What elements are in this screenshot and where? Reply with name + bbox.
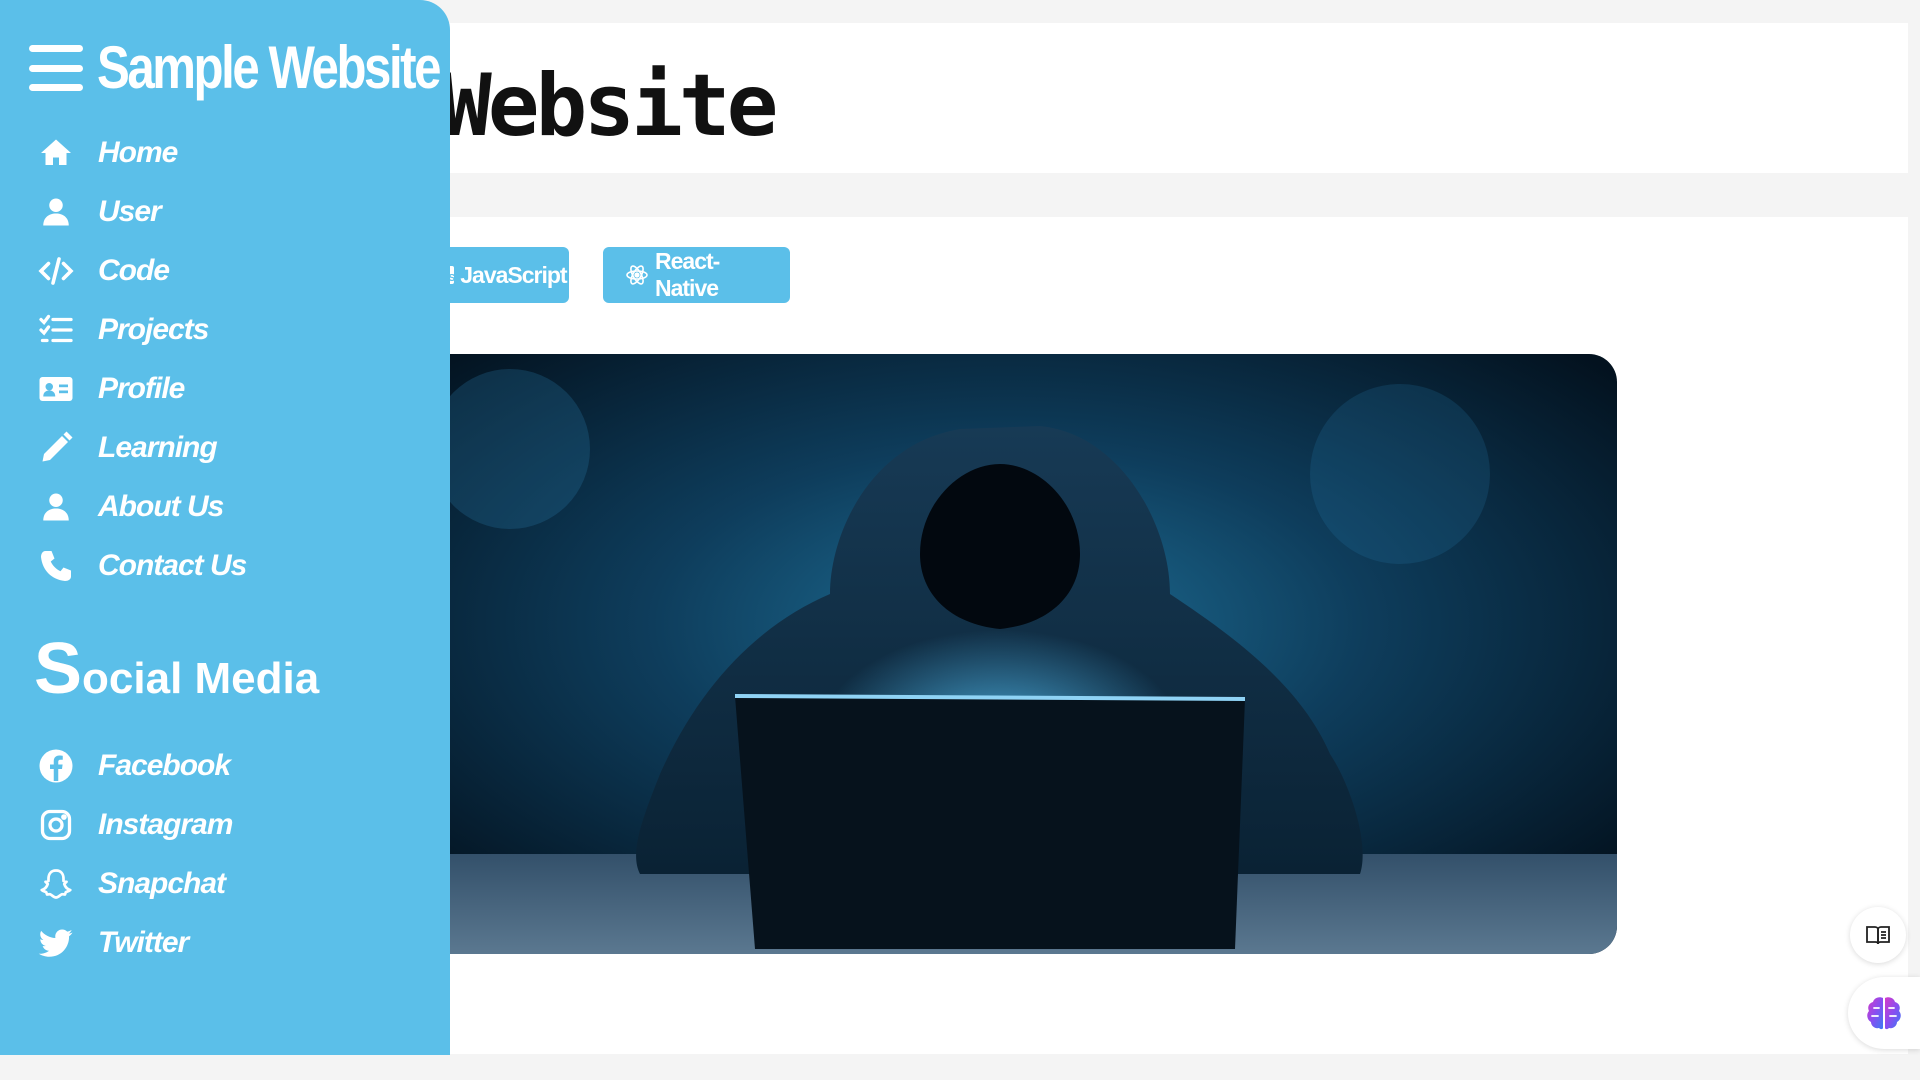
nav-item-home[interactable]: Home (36, 128, 178, 178)
user-icon (36, 192, 76, 232)
ai-assistant-button[interactable] (1848, 977, 1920, 1049)
nav-label: About Us (98, 490, 224, 523)
instagram-icon (36, 805, 76, 845)
nav-label: Code (98, 254, 170, 287)
nav-label: Snapchat (98, 867, 226, 900)
home-icon (36, 133, 76, 173)
react-icon (625, 263, 649, 287)
nav-label: Twitter (98, 926, 189, 959)
reader-mode-button[interactable] (1850, 907, 1906, 963)
phone-icon (36, 546, 76, 586)
social-twitter[interactable]: Twitter (36, 918, 189, 968)
snapchat-icon (36, 864, 76, 904)
nav-label: Profile (98, 372, 185, 405)
nav-label: Home (98, 136, 178, 169)
nav-item-projects[interactable]: Projects (36, 305, 209, 355)
nav-item-contact-us[interactable]: Contact Us (36, 541, 247, 591)
nav-label: User (98, 195, 162, 228)
tag-javascript[interactable]: JS JavaScript (430, 247, 569, 303)
social-heading-text: ocial Media (82, 654, 320, 703)
social-snapchat[interactable]: Snapchat (36, 859, 226, 909)
id-card-icon (36, 369, 76, 409)
tag-react-native[interactable]: React-Native (603, 247, 790, 303)
facebook-icon (36, 746, 76, 786)
tag-label: React-Native (655, 248, 720, 301)
nav-item-code[interactable]: Code (36, 246, 170, 296)
book-icon (1865, 924, 1891, 946)
hacker-image (400, 354, 1617, 954)
nav-label: Instagram (98, 808, 233, 841)
brain-icon (1865, 995, 1903, 1031)
code-icon (36, 251, 76, 291)
nav-item-profile[interactable]: Profile (36, 364, 185, 414)
brand: Sample Website (29, 38, 514, 98)
social-heading-initial: S (34, 629, 83, 709)
sidebar: Sample Website Home User Code Projects P… (0, 0, 450, 1055)
header-card: Website (440, 23, 1908, 173)
nav-item-about-us[interactable]: About Us (36, 482, 224, 532)
nav-label: Projects (98, 313, 209, 346)
nav-label: Facebook (98, 749, 231, 782)
twitter-icon (36, 923, 76, 963)
tag-label: JavaScript (460, 261, 567, 288)
pencil-icon (36, 428, 76, 468)
list-check-icon (36, 310, 76, 350)
site-title: Sample Website (97, 34, 441, 101)
social-instagram[interactable]: Instagram (36, 800, 233, 850)
nav-item-user[interactable]: User (36, 187, 162, 237)
nav-label: Learning (98, 431, 218, 464)
social-facebook[interactable]: Facebook (36, 741, 231, 791)
content-card: JS JavaScript React-Native (400, 217, 1908, 1054)
nav-item-learning[interactable]: Learning (36, 423, 218, 473)
nav-label: Contact Us (98, 549, 247, 582)
social-media-heading: Social Media (34, 628, 319, 710)
user-icon (36, 487, 76, 527)
hamburger-menu-icon[interactable] (29, 45, 83, 91)
